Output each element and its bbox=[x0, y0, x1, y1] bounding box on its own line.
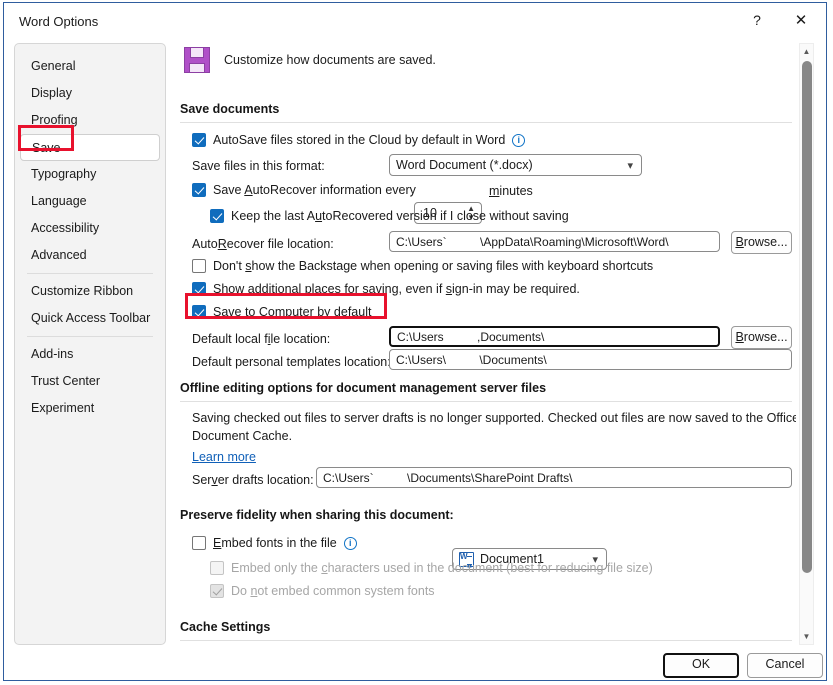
offline-description-line-2: Document Cache. bbox=[192, 429, 292, 443]
section-heading-save-documents: Save documents bbox=[180, 102, 279, 116]
offline-description-line-1: Saving checked out files to server draft… bbox=[192, 411, 796, 425]
save-format-label: Save files in this format: bbox=[192, 159, 325, 173]
embed-fonts-row[interactable]: Embed fonts in the file i bbox=[192, 536, 357, 550]
default-local-location-label: Default local file location: bbox=[192, 332, 330, 346]
cancel-button[interactable]: Cancel bbox=[747, 653, 823, 678]
default-local-browse-button[interactable]: Browse... bbox=[731, 326, 792, 349]
help-button[interactable]: ? bbox=[735, 3, 779, 37]
autosave-cloud-row[interactable]: AutoSave files stored in the Cloud by de… bbox=[192, 133, 525, 147]
server-drafts-label: Server drafts location: bbox=[192, 473, 314, 487]
save-format-value: Word Document (*.docx) bbox=[396, 158, 533, 172]
embed-fonts-checkbox[interactable] bbox=[192, 536, 206, 550]
additional-places-row[interactable]: Show additional places for saving, even … bbox=[192, 282, 580, 296]
info-icon[interactable]: i bbox=[512, 134, 525, 147]
sidebar-item-advanced[interactable]: Advanced bbox=[15, 242, 165, 269]
save-to-computer-row[interactable]: Save to Computer by default bbox=[192, 305, 371, 319]
learn-more-link[interactable]: Learn more bbox=[192, 450, 256, 464]
sidebar-item-language[interactable]: Language bbox=[15, 188, 165, 215]
sidebar-item-typography[interactable]: Typography bbox=[15, 161, 165, 188]
autorecover-checkbox[interactable] bbox=[192, 183, 206, 197]
default-templates-location-label: Default personal templates location: bbox=[192, 355, 391, 369]
save-to-computer-label: Save to Computer by default bbox=[213, 305, 371, 319]
no-backstage-checkbox[interactable] bbox=[192, 259, 206, 273]
keep-last-autorecovered-label: Keep the last AutoRecovered version if I… bbox=[231, 209, 569, 223]
close-icon[interactable]: ✕ bbox=[779, 3, 823, 37]
no-embed-system-fonts-label: Do not embed common system fonts bbox=[231, 584, 435, 598]
additional-places-label: Show additional places for saving, even … bbox=[213, 282, 580, 296]
section-heading-offline-editing: Offline editing options for document man… bbox=[180, 381, 546, 395]
save-format-dropdown[interactable]: Word Document (*.docx) ▾ bbox=[389, 154, 642, 176]
keep-last-autorecovered-row[interactable]: Keep the last AutoRecovered version if I… bbox=[210, 209, 569, 223]
ok-button[interactable]: OK bbox=[663, 653, 739, 678]
options-content-pane: Customize how documents are saved. Save … bbox=[176, 41, 796, 647]
keep-last-autorecovered-checkbox[interactable] bbox=[210, 209, 224, 223]
pane-header: Customize how documents are saved. bbox=[184, 47, 436, 73]
sidebar-item-general[interactable]: General bbox=[15, 53, 165, 80]
sidebar-item-add-ins[interactable]: Add-ins bbox=[15, 341, 165, 368]
sidebar-item-proofing[interactable]: Proofing bbox=[15, 107, 165, 134]
autorecover-browse-button[interactable]: Browse... bbox=[731, 231, 792, 254]
autorecover-label: Save AutoRecover information every bbox=[213, 183, 416, 197]
sidebar-item-quick-access-toolbar[interactable]: Quick Access Toolbar bbox=[15, 305, 165, 332]
sidebar-item-customize-ribbon[interactable]: Customize Ribbon bbox=[15, 278, 165, 305]
additional-places-checkbox[interactable] bbox=[192, 282, 206, 296]
section-rule-save-documents bbox=[180, 122, 792, 123]
no-backstage-row[interactable]: Don't show the Backstage when opening or… bbox=[192, 259, 653, 273]
sidebar-divider-2 bbox=[27, 336, 153, 337]
no-embed-system-fonts-checkbox bbox=[210, 584, 224, 598]
sidebar-divider-1 bbox=[27, 273, 153, 274]
scroll-up-arrow-icon[interactable]: ▲ bbox=[800, 44, 813, 59]
autorecover-location-label: AutoRecover file location: bbox=[192, 237, 334, 251]
save-to-computer-checkbox[interactable] bbox=[192, 305, 206, 319]
pane-header-text: Customize how documents are saved. bbox=[224, 53, 436, 67]
autosave-cloud-label: AutoSave files stored in the Cloud by de… bbox=[213, 133, 505, 147]
no-backstage-label: Don't show the Backstage when opening or… bbox=[213, 259, 653, 273]
scroll-down-arrow-icon[interactable]: ▼ bbox=[800, 629, 813, 644]
default-templates-location-input[interactable]: C:\Users\ \Documents\ bbox=[389, 349, 792, 370]
server-drafts-input[interactable]: C:\Users` \Documents\SharePoint Drafts\ bbox=[316, 467, 792, 488]
nav-spacer-top bbox=[15, 44, 165, 53]
embed-fonts-label: Embed fonts in the file bbox=[213, 536, 337, 550]
info-icon[interactable]: i bbox=[344, 537, 357, 550]
sidebar-item-accessibility[interactable]: Accessibility bbox=[15, 215, 165, 242]
autosave-cloud-checkbox[interactable] bbox=[192, 133, 206, 147]
embed-chars-only-row: Embed only the characters used in the do… bbox=[210, 561, 653, 575]
content-scrollbar[interactable]: ▲ ▼ bbox=[799, 43, 814, 645]
no-embed-system-fonts-row: Do not embed common system fonts bbox=[210, 584, 435, 598]
embed-chars-only-checkbox bbox=[210, 561, 224, 575]
sidebar-item-trust-center[interactable]: Trust Center bbox=[15, 368, 165, 395]
scrollbar-thumb[interactable] bbox=[802, 61, 812, 573]
section-heading-cache-settings: Cache Settings bbox=[180, 620, 270, 634]
chevron-down-icon: ▾ bbox=[627, 159, 633, 172]
autorecover-location-input[interactable]: C:\Users` \AppData\Roaming\Microsoft\Wor… bbox=[389, 231, 720, 252]
default-local-location-input[interactable]: C:\Users ,Documents\ bbox=[389, 326, 720, 347]
embed-chars-only-label: Embed only the characters used in the do… bbox=[231, 561, 653, 575]
section-heading-preserve-fidelity: Preserve fidelity when sharing this docu… bbox=[180, 508, 454, 522]
page-title: Word Options bbox=[19, 14, 98, 29]
autorecover-row[interactable]: Save AutoRecover information every bbox=[192, 183, 416, 197]
sidebar-item-display[interactable]: Display bbox=[15, 80, 165, 107]
floppy-disk-icon bbox=[184, 47, 210, 73]
word-options-dialog: Word Options ? ✕ General Display Proofin… bbox=[3, 2, 827, 681]
sidebar-item-experiment[interactable]: Experiment bbox=[15, 395, 165, 422]
title-bar: Word Options ? ✕ bbox=[4, 3, 826, 39]
sidebar-nav: General Display Proofing Save Typography… bbox=[14, 43, 166, 645]
sidebar-item-save[interactable]: Save bbox=[20, 134, 160, 161]
autorecover-minutes-label: minutes bbox=[489, 184, 533, 198]
section-rule-cache-settings bbox=[180, 640, 792, 641]
section-rule-offline-editing bbox=[180, 401, 792, 402]
